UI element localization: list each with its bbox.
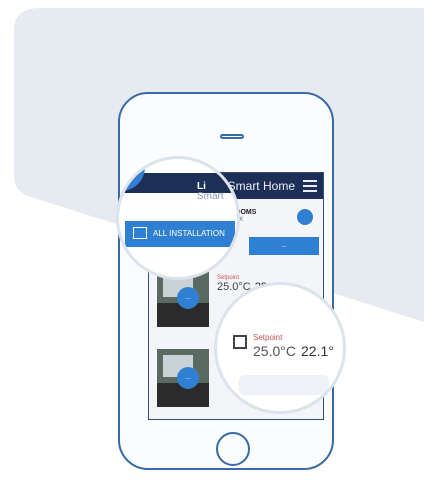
zoom-setpoint-label: Setpoint xyxy=(253,333,283,342)
room-badge[interactable]: ... xyxy=(177,287,199,309)
zoom-setpoint-temp: 25.0°C xyxy=(253,343,296,359)
zoom-logo-line2: Smart xyxy=(197,191,224,202)
room-image[interactable]: ... xyxy=(157,349,209,407)
app-title: Smart Home xyxy=(227,179,295,193)
menu-icon[interactable] xyxy=(303,180,317,192)
calendar-icon xyxy=(233,335,247,349)
phone-frame: Smart Home OOMS UK ... ... Setpoint 25.0… xyxy=(118,92,334,470)
refresh-icon[interactable] xyxy=(297,209,313,225)
zoom-current-temp: 22.1° xyxy=(301,343,334,359)
view-button[interactable]: ... xyxy=(249,237,319,255)
room-badge[interactable]: ... xyxy=(177,367,199,389)
zoom-installation: Li Smart ALL INSTALLATION xyxy=(116,156,240,280)
zoom-faint-icons xyxy=(239,375,329,395)
zoom-temperature: Setpoint 25.0°C 22.1° xyxy=(214,282,346,414)
phone-speaker xyxy=(220,134,244,139)
home-button xyxy=(216,432,250,466)
building-icon xyxy=(133,227,147,239)
